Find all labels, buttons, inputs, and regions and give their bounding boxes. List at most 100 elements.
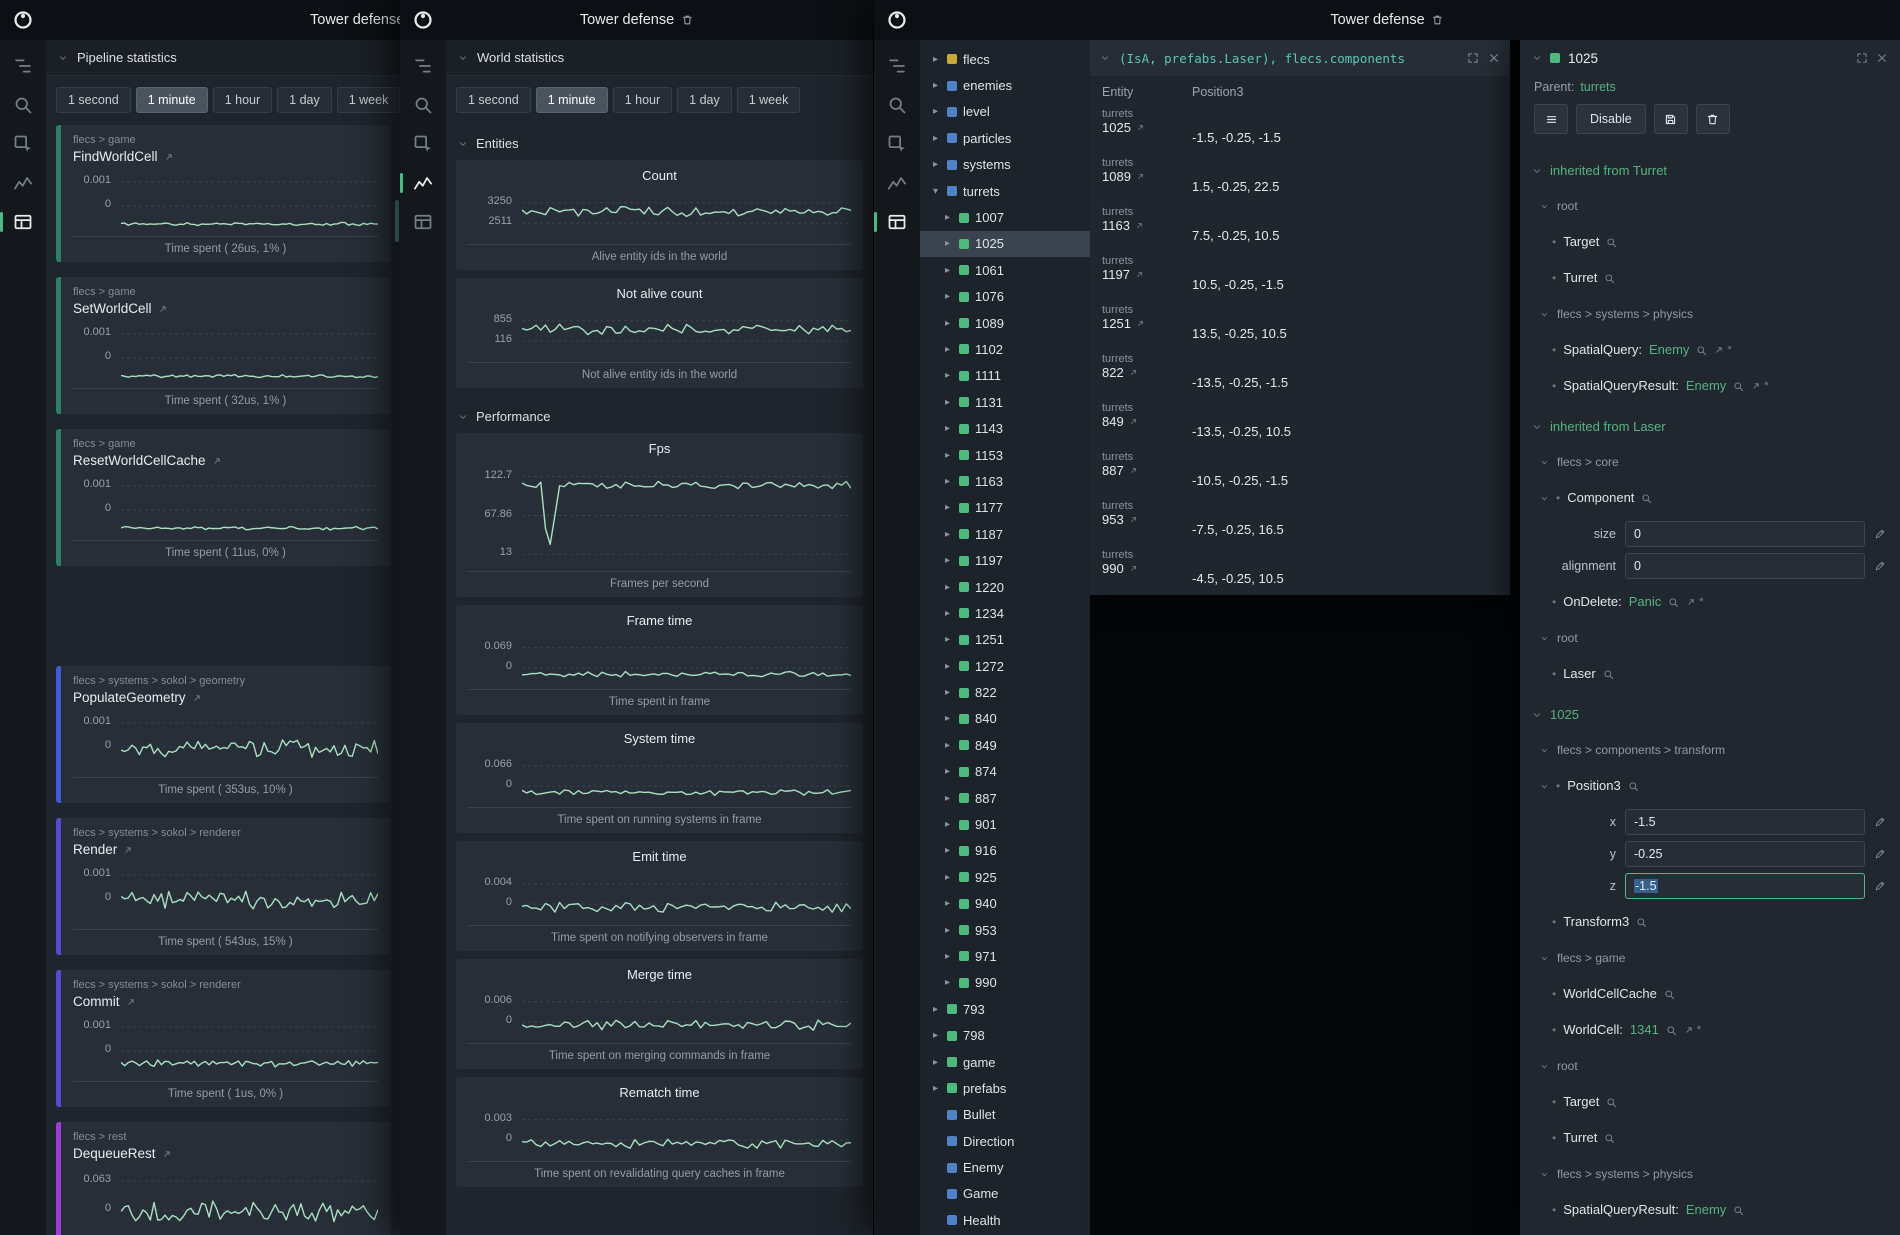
time-tab-1-second[interactable]: 1 second — [456, 87, 531, 113]
component-row-WorldCellCache[interactable]: •WorldCellCache — [1520, 976, 1900, 1012]
tree-item-916[interactable]: ▸916 — [920, 838, 1090, 864]
tree-item-turrets[interactable]: ▾turrets — [920, 178, 1090, 204]
tree-item-enemies[interactable]: ▸enemies — [920, 72, 1090, 98]
game-canvas[interactable]: (IsA, prefabs.Laser), flecs.components E… — [1090, 40, 1900, 1235]
tree-expand-icon[interactable]: ▸ — [942, 845, 953, 856]
component-value-link[interactable]: 1341 — [1630, 1020, 1659, 1040]
time-tab-1-second[interactable]: 1 second — [56, 87, 131, 113]
tree-expand-icon[interactable]: ▸ — [930, 54, 941, 65]
time-tab-1-minute[interactable]: 1 minute — [536, 87, 608, 113]
browse-button[interactable] — [1534, 104, 1568, 134]
tree-item-925[interactable]: ▸925 — [920, 864, 1090, 890]
tree-item-940[interactable]: ▸940 — [920, 891, 1090, 917]
tree-item-849[interactable]: ▸849 — [920, 732, 1090, 758]
component-row-SpatialQuery[interactable]: •SpatialQuery:Enemy* — [1520, 332, 1900, 368]
open-entity-icon[interactable] — [1136, 319, 1145, 328]
query-component-icon[interactable] — [1668, 597, 1679, 608]
query-component-icon[interactable] — [1641, 493, 1652, 504]
query-component-icon[interactable] — [1733, 1205, 1744, 1216]
tree-item-822[interactable]: ▸822 — [920, 679, 1090, 705]
tree-item-prefabs[interactable]: ▸prefabs — [920, 1075, 1090, 1101]
inspector-section-inherited-from-laser[interactable]: inherited from Laser — [1520, 404, 1900, 444]
time-tab-1-week[interactable]: 1 week — [337, 87, 400, 113]
field-input-z[interactable]: -1.5 — [1625, 873, 1865, 899]
field-input-y[interactable]: -0.25 — [1625, 841, 1865, 867]
open-system-icon[interactable] — [162, 1149, 172, 1159]
tree-item-1089[interactable]: ▸1089 — [920, 310, 1090, 336]
query-component-icon[interactable] — [1666, 1025, 1677, 1036]
tree-expand-icon[interactable]: ▸ — [942, 713, 953, 724]
open-system-icon[interactable] — [158, 304, 168, 314]
close-inspector-icon[interactable] — [1876, 52, 1888, 64]
open-entity-icon[interactable] — [1136, 123, 1145, 132]
query-component-icon[interactable] — [1628, 781, 1639, 792]
component-row-SpatialQueryResult[interactable]: •SpatialQueryResult:Enemy — [1520, 1192, 1900, 1228]
tree-item-particles[interactable]: ▸particles — [920, 125, 1090, 151]
tree-item-1143[interactable]: ▸1143 — [920, 415, 1090, 441]
expand-query-icon[interactable] — [1467, 52, 1479, 64]
inspector-section-1025[interactable]: 1025 — [1520, 692, 1900, 732]
disable-button[interactable]: Disable — [1576, 104, 1646, 134]
query-component-icon[interactable] — [1603, 669, 1614, 680]
edit-field-icon[interactable] — [1874, 848, 1886, 860]
tree-expand-icon[interactable]: ▸ — [942, 951, 953, 962]
tree-item-887[interactable]: ▸887 — [920, 785, 1090, 811]
section-header-performance[interactable]: Performance — [456, 396, 863, 433]
entity-link[interactable]: 1251 — [1102, 316, 1192, 331]
tree-expand-icon[interactable]: ▸ — [942, 555, 953, 566]
inspector-scope[interactable]: flecs > systems > physics — [1520, 1156, 1900, 1192]
tree-item-1076[interactable]: ▸1076 — [920, 284, 1090, 310]
entity-link[interactable]: 849 — [1102, 414, 1192, 429]
query-component-icon[interactable] — [1606, 237, 1617, 248]
component-value-link[interactable]: Panic — [1629, 592, 1662, 612]
component-row-Target[interactable]: •Target — [1520, 224, 1900, 260]
tree-item-793[interactable]: ▸793 — [920, 996, 1090, 1022]
entity-link[interactable]: 953 — [1102, 512, 1192, 527]
tree-item-1163[interactable]: ▸1163 — [920, 468, 1090, 494]
component-value-link[interactable]: Enemy — [1649, 340, 1689, 360]
component-row-Laser[interactable]: •Laser — [1520, 656, 1900, 692]
open-entity-icon[interactable] — [1129, 564, 1138, 573]
hierarchy-button[interactable] — [884, 53, 910, 79]
tree-expand-icon[interactable]: ▾ — [930, 186, 941, 197]
tree-item-game[interactable]: ▸game — [920, 1049, 1090, 1075]
tree-expand-icon[interactable]: ▸ — [942, 212, 953, 223]
open-system-icon[interactable] — [212, 456, 222, 466]
tree-item-971[interactable]: ▸971 — [920, 943, 1090, 969]
delete-world-icon[interactable] — [681, 14, 693, 26]
tree-item-Bullet[interactable]: Bullet — [920, 1102, 1090, 1128]
time-tab-1-week[interactable]: 1 week — [737, 87, 801, 113]
world-panel-header[interactable]: World statistics — [446, 40, 873, 76]
field-input-alignment[interactable]: 0 — [1625, 553, 1865, 579]
tree-expand-icon[interactable]: ▸ — [942, 370, 953, 381]
tree-item-1102[interactable]: ▸1102 — [920, 336, 1090, 362]
component-row-Turret[interactable]: •Turret — [1520, 1120, 1900, 1156]
tree-expand-icon[interactable]: ▸ — [942, 344, 953, 355]
tree-expand-icon[interactable]: ▸ — [942, 898, 953, 909]
tree-expand-icon[interactable]: ▸ — [942, 582, 953, 593]
inspector-scope[interactable]: root — [1520, 1048, 1900, 1084]
tree-item-901[interactable]: ▸901 — [920, 811, 1090, 837]
query-button[interactable] — [10, 131, 36, 157]
hierarchy-button[interactable] — [10, 53, 36, 79]
chart-button[interactable] — [10, 170, 36, 196]
tree-expand-icon[interactable]: ▸ — [942, 318, 953, 329]
tree-expand-icon[interactable]: ▸ — [930, 1004, 941, 1015]
tree-item-Enemy[interactable]: Enemy — [920, 1154, 1090, 1180]
tree-item-1025[interactable]: ▸1025 — [920, 231, 1090, 257]
collapse-inspector-icon[interactable] — [1532, 53, 1542, 63]
tree-item-990[interactable]: ▸990 — [920, 970, 1090, 996]
expand-inspector-icon[interactable] — [1856, 52, 1868, 64]
entity-link[interactable]: 990 — [1102, 561, 1192, 576]
query-component-icon[interactable] — [1664, 989, 1675, 1000]
tree-item-1220[interactable]: ▸1220 — [920, 574, 1090, 600]
time-tab-1-hour[interactable]: 1 hour — [213, 87, 272, 113]
tree-expand-icon[interactable]: ▸ — [942, 740, 953, 751]
tree-expand-icon[interactable]: ▸ — [942, 502, 953, 513]
tree-item-1177[interactable]: ▸1177 — [920, 495, 1090, 521]
entity-link[interactable]: 822 — [1102, 365, 1192, 380]
time-tab-1-day[interactable]: 1 day — [677, 87, 732, 113]
tree-expand-icon[interactable]: ▸ — [930, 80, 941, 91]
query-component-icon[interactable] — [1733, 381, 1744, 392]
tree-item-Direction[interactable]: Direction — [920, 1128, 1090, 1154]
